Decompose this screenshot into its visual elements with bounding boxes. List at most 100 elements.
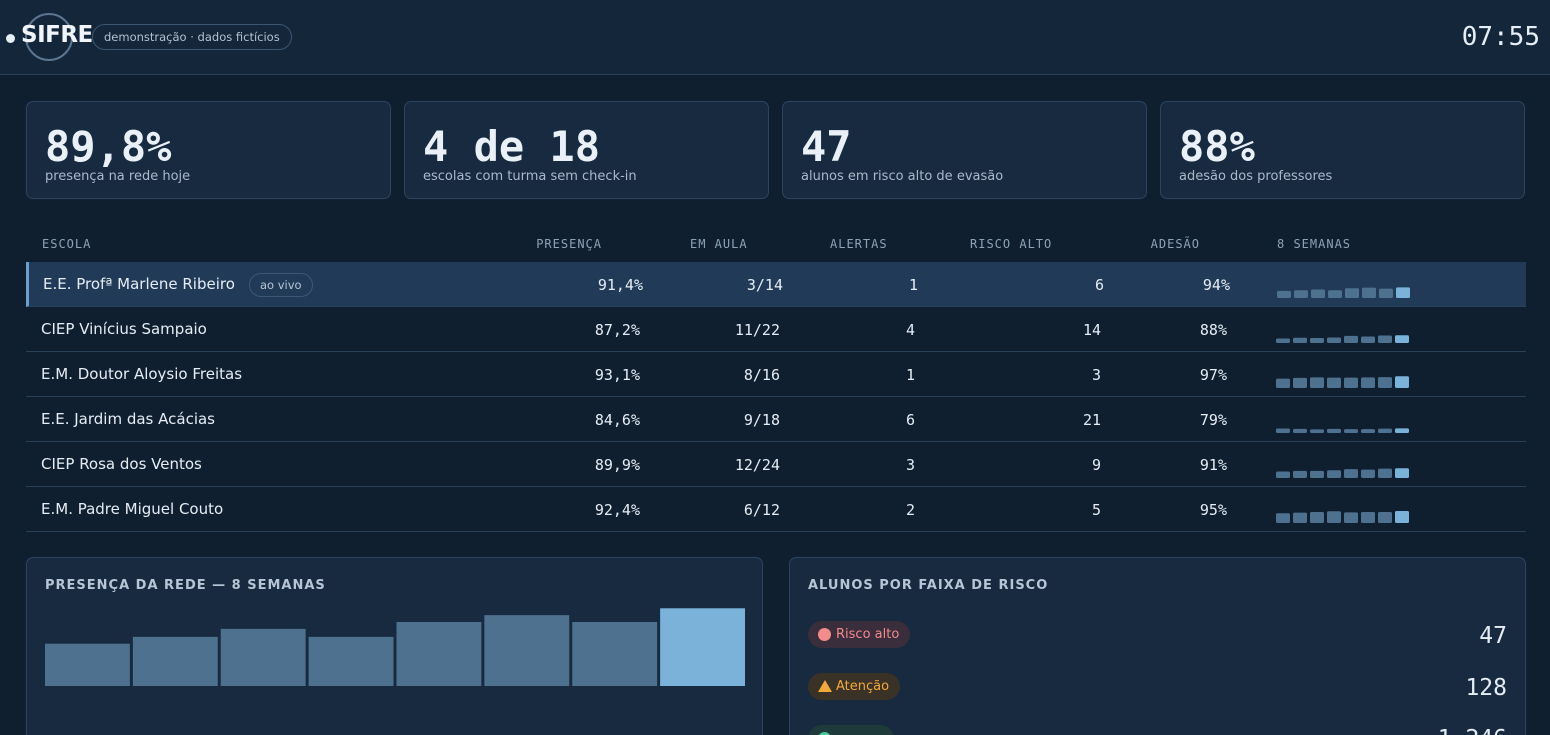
sparkline-bar xyxy=(1378,428,1392,433)
cell-presenca: 89,9% xyxy=(594,456,640,474)
cell-alertas: 3 xyxy=(905,456,915,474)
sparkline-bar xyxy=(1395,428,1409,433)
sparkline-bar xyxy=(1395,376,1409,388)
live-badge: ao vivo xyxy=(249,273,313,297)
cell-presenca: 84,6% xyxy=(594,411,640,429)
sparkline-bar xyxy=(1327,470,1341,478)
sparkline-bar xyxy=(1361,336,1375,343)
presence-bar-week-6 xyxy=(484,615,570,686)
table-row[interactable]: E.E. Jardim das Acácias 84,6% 9/18 6 21 79% xyxy=(26,397,1526,442)
risk-pill-attention[interactable]: Atenção xyxy=(808,673,901,700)
sparkline-bar xyxy=(1395,511,1409,523)
sparkline-bar xyxy=(1293,337,1307,343)
sparkline-bar xyxy=(1327,428,1341,433)
cell-em-aula: 12/24 xyxy=(734,456,780,474)
risk-label: Risco alto xyxy=(836,627,900,642)
sparkline-bar xyxy=(1395,468,1409,478)
cell-risco-alto: 21 xyxy=(1082,411,1101,429)
sparkline-bar xyxy=(1395,335,1409,343)
cell-risco-alto: 6 xyxy=(1094,276,1104,294)
sparkline-bar xyxy=(1344,335,1358,343)
risk-label: Atenção xyxy=(836,679,890,694)
column-header-em-aula[interactable]: EM AULA xyxy=(690,237,748,251)
kpi-card-risk: 47 alunos em risco alto de evasão xyxy=(782,101,1147,199)
sparkline-bar xyxy=(1378,468,1392,478)
risk-count-attention: 128 xyxy=(1465,675,1507,701)
sparkline-bar xyxy=(1293,428,1307,433)
kpi-value: 47 xyxy=(801,122,852,171)
sparkline-bar xyxy=(1294,290,1308,298)
cell-em-aula: 3/14 xyxy=(746,276,783,294)
kpi-label: presença na rede hoje xyxy=(45,169,191,184)
risk-dot-icon xyxy=(818,628,831,641)
cell-em-aula: 11/22 xyxy=(734,321,780,339)
sparkline-bar xyxy=(1276,513,1290,523)
panel-title: PRESENÇA DA REDE — 8 SEMANAS xyxy=(45,578,326,593)
presence-bar-week-1 xyxy=(45,643,130,686)
cell-alertas: 6 xyxy=(905,411,915,429)
trend-sparkline xyxy=(1276,468,1409,478)
presence-panel: PRESENÇA DA REDE — 8 SEMANAS xyxy=(26,557,763,735)
sparkline-bar xyxy=(1327,511,1341,523)
cell-adesao: 88% xyxy=(1199,321,1227,339)
sparkline-bar xyxy=(1293,377,1307,388)
top-bar: SIFRE demonstração · dados fictícios 07:… xyxy=(0,0,1550,75)
sparkline-bar xyxy=(1344,429,1358,433)
column-header-8-semanas[interactable]: 8 SEMANAS xyxy=(1277,237,1351,251)
sparkline-bar xyxy=(1361,469,1375,478)
sparkline-bar xyxy=(1344,512,1358,523)
trend-sparkline xyxy=(1277,287,1410,298)
sparkline-bar xyxy=(1378,335,1392,343)
presence-bar-chart xyxy=(45,608,745,686)
cell-adesao: 97% xyxy=(1199,366,1227,384)
kpi-value: 88% xyxy=(1179,122,1255,171)
cell-em-aula: 8/16 xyxy=(743,366,780,384)
column-header-risco-alto[interactable]: RISCO ALTO xyxy=(970,237,1052,251)
table-row[interactable]: CIEP Vinícius Sampaio 87,2% 11/22 4 14 88% xyxy=(26,307,1526,352)
sparkline-bar xyxy=(1310,470,1324,478)
app-logo: SIFRE xyxy=(21,22,93,48)
trend-sparkline xyxy=(1276,428,1409,433)
column-header-presenca[interactable]: PRESENÇA xyxy=(536,237,602,251)
column-header-escola[interactable]: ESCOLA xyxy=(42,237,91,251)
presence-bar-week-3 xyxy=(220,628,306,686)
cell-em-aula: 6/12 xyxy=(743,501,780,519)
presence-bar-week-5 xyxy=(396,622,482,686)
sparkline-bar xyxy=(1327,377,1341,388)
sparkline-bar xyxy=(1344,469,1358,478)
table-row[interactable]: E.E. Profª Marlene Ribeiro ao vivo 91,4% 3/… xyxy=(26,262,1526,307)
status-dot-icon xyxy=(6,34,15,43)
column-header-alertas[interactable]: ALERTAS xyxy=(830,237,888,251)
kpi-card-checkin: 4 de 18 escolas com turma sem check-in xyxy=(404,101,769,199)
cell-alertas: 1 xyxy=(908,276,918,294)
table-row[interactable]: E.M. Doutor Aloysio Freitas 93,1% 8/16 1 3 97… xyxy=(26,352,1526,397)
sparkline-bar xyxy=(1276,428,1290,433)
panel-title: ALUNOS POR FAIXA DE RISCO xyxy=(808,578,1049,593)
school-name: E.E. Profª Marlene Ribeiro xyxy=(43,275,235,293)
sparkline-bar xyxy=(1276,471,1290,478)
kpi-label: adesão dos professores xyxy=(1179,169,1333,184)
sparkline-bar xyxy=(1327,337,1341,343)
table-row[interactable]: CIEP Rosa dos Ventos 89,9% 12/24 3 9 91% xyxy=(26,442,1526,487)
clock: 07:55 xyxy=(1461,22,1540,52)
school-name: CIEP Vinícius Sampaio xyxy=(41,320,207,338)
presence-bar-week-7 xyxy=(572,622,658,686)
cell-risco-alto: 14 xyxy=(1082,321,1101,339)
sparkline-bar xyxy=(1378,377,1392,388)
kpi-label: alunos em risco alto de evasão xyxy=(801,169,1004,184)
sparkline-bar xyxy=(1310,338,1324,343)
sparkline-bar xyxy=(1344,377,1358,388)
column-header-adesao[interactable]: ADESÃO xyxy=(1151,237,1200,251)
table-row[interactable]: E.M. Padre Miguel Couto 92,4% 6/12 2 5 95% xyxy=(26,487,1526,532)
risk-pill-low[interactable] xyxy=(808,725,894,735)
school-name: E.M. Doutor Aloysio Freitas xyxy=(41,365,243,383)
risk-pill-high[interactable]: Risco alto xyxy=(808,621,911,648)
cell-presenca: 93,1% xyxy=(594,366,640,384)
sparkline-bar xyxy=(1293,470,1307,478)
sparkline-bar xyxy=(1361,511,1375,523)
cell-alertas: 4 xyxy=(905,321,915,339)
cell-risco-alto: 3 xyxy=(1091,366,1101,384)
cell-adesao: 79% xyxy=(1199,411,1227,429)
trend-sparkline xyxy=(1276,376,1409,388)
sparkline-bar xyxy=(1293,512,1307,523)
